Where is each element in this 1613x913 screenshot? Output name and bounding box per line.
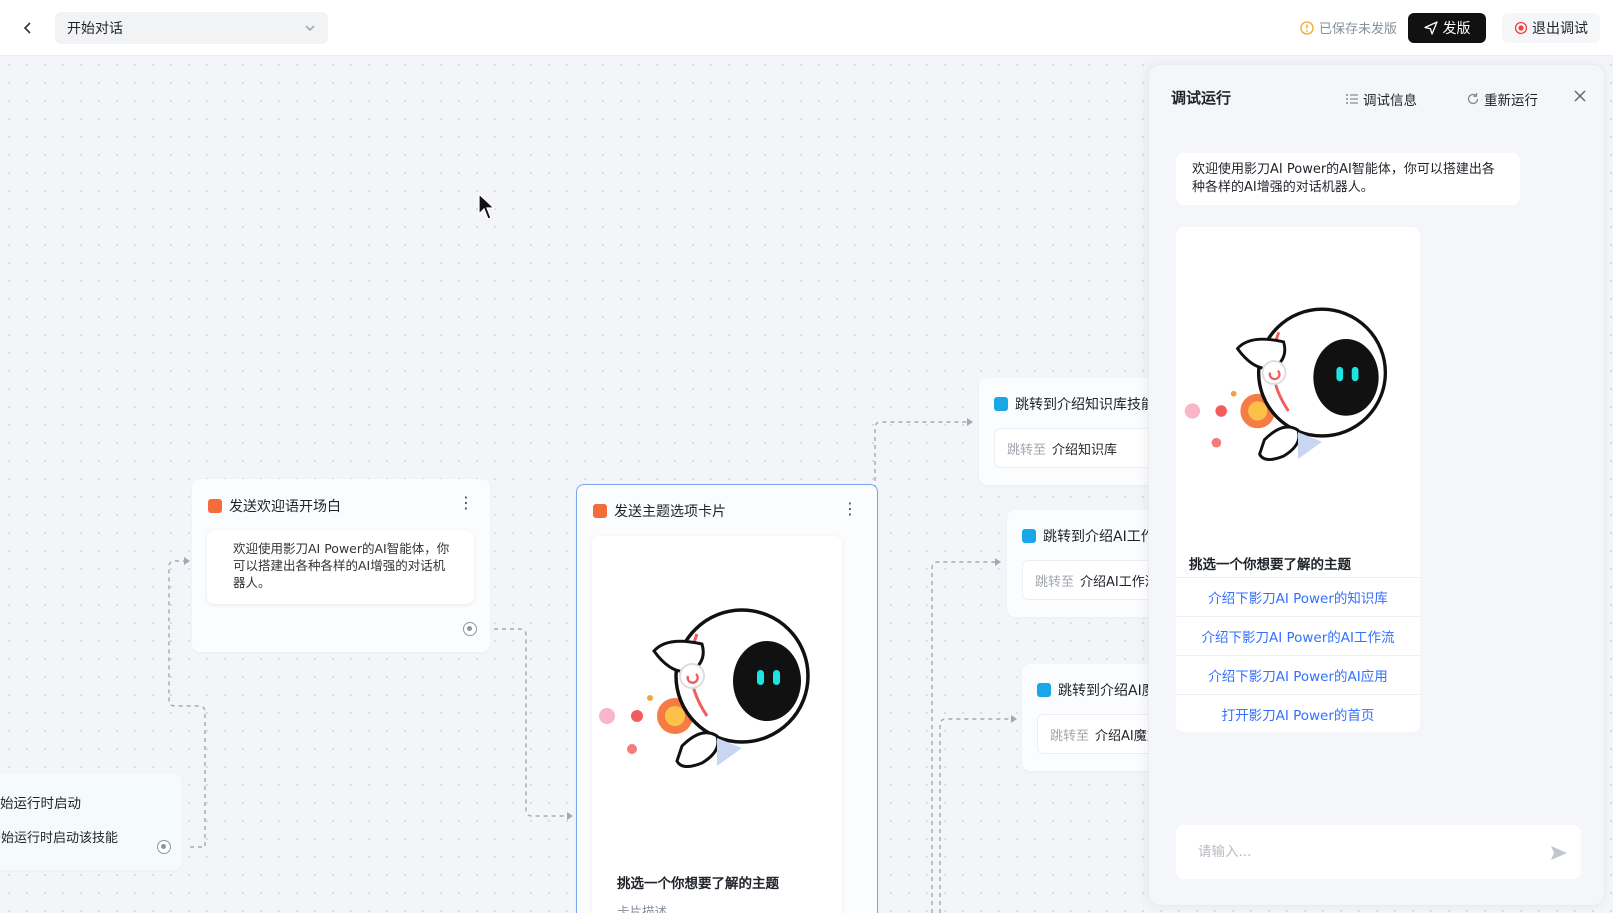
- robot-mascot-icon: [1184, 307, 1388, 461]
- card-node-title: 发送主题选项卡片: [614, 504, 726, 520]
- card-icon: [593, 504, 607, 518]
- bot-welcome-message: 欢迎使用影刀AI Power的AI智能体，你可以搭建出各种各样的AI增强的对话机…: [1176, 153, 1520, 205]
- card-node-card-title: 挑选一个你想要了解的主题: [617, 876, 779, 892]
- welcome-node-message: 欢迎使用影刀AI Power的AI智能体，你可以搭建出各种各样的AI增强的对话机…: [207, 530, 474, 604]
- jump-target: 介绍知识库: [1052, 442, 1118, 458]
- refresh-icon: [1467, 93, 1479, 105]
- welcome-node-output-port[interactable]: [463, 622, 477, 636]
- topic-option-homepage[interactable]: 打开影刀AI Power的首页: [1176, 694, 1420, 732]
- topic-option-knowledge[interactable]: 介绍下影刀AI Power的知识库: [1176, 577, 1420, 616]
- publish-button[interactable]: 发版: [1408, 13, 1486, 43]
- exit-debug-button[interactable]: 退出调试: [1502, 13, 1600, 43]
- start-node-title: 始运行时启动: [0, 796, 81, 812]
- save-status: 已保存未发版: [1300, 18, 1397, 37]
- exit-debug-label: 退出调试: [1532, 21, 1588, 37]
- debug-info-button[interactable]: 调试信息: [1345, 89, 1417, 109]
- card-node-preview: 挑选一个你想要了解的主题 卡片描述: [592, 536, 842, 913]
- start-node-desc: 开始运行时启动该技能: [0, 831, 119, 846]
- jump-target: 介绍AI工作流: [1080, 574, 1158, 590]
- welcome-node[interactable]: 发送欢迎语开场白 ⋮ 欢迎使用影刀AI Power的AI智能体，你可以搭建出各种…: [192, 479, 490, 652]
- start-node-output-port[interactable]: [157, 840, 171, 854]
- debug-panel-title: 调试运行: [1171, 89, 1232, 107]
- record-icon: [1514, 21, 1528, 35]
- chevron-left-icon: [23, 22, 31, 34]
- list-icon: [1346, 94, 1358, 104]
- message-icon: [208, 499, 222, 513]
- card-node[interactable]: 发送主题选项卡片 ⋮ 挑选一个你想要了解的主题 卡片描述: [576, 484, 878, 913]
- topic-option-workflow[interactable]: 介绍下影刀AI Power的AI工作流: [1176, 616, 1420, 655]
- welcome-node-title: 发送欢迎语开场白: [229, 499, 341, 515]
- rerun-button[interactable]: 重新运行: [1466, 89, 1538, 109]
- publish-label: 发版: [1442, 21, 1471, 37]
- jump-target-row: 跳转至 介绍知识库: [994, 428, 1174, 468]
- skill-select[interactable]: 开始对话: [55, 12, 328, 44]
- card-node-card-desc: 卡片描述: [617, 904, 668, 913]
- topic-option-app[interactable]: 介绍下影刀AI Power的AI应用: [1176, 655, 1420, 694]
- close-icon[interactable]: [1573, 87, 1587, 108]
- mouse-cursor-icon: [478, 193, 496, 220]
- debug-panel: 调试运行 调试信息 重新运行 欢迎使用影刀AI Power的AI智能体，你可以搭…: [1148, 64, 1605, 906]
- chevron-down-icon: [305, 25, 315, 31]
- jump-node-title: 跳转到介绍知识库技能: [1015, 397, 1155, 413]
- send-icon[interactable]: [1549, 843, 1569, 863]
- send-icon: [1423, 21, 1438, 35]
- top-bar: 开始对话 已保存未发版 发版 退出调试: [0, 0, 1613, 56]
- save-status-text: 已保存未发版: [1319, 22, 1398, 37]
- start-node[interactable]: 始运行时启动 开始运行时启动该技能: [0, 774, 182, 870]
- debug-info-label: 调试信息: [1363, 93, 1417, 109]
- welcome-node-more-icon[interactable]: ⋮: [458, 493, 474, 512]
- jump-icon: [1022, 529, 1036, 543]
- robot-mascot-icon: [599, 608, 810, 768]
- skill-select-value: 开始对话: [67, 21, 123, 37]
- chat-input[interactable]: [1176, 825, 1581, 879]
- jump-icon: [1037, 683, 1051, 697]
- bot-topic-card: 挑选一个你想要了解的主题 介绍下影刀AI Power的知识库 介绍下影刀AI P…: [1176, 227, 1420, 732]
- jump-icon: [994, 397, 1008, 411]
- card-node-more-icon[interactable]: ⋮: [842, 499, 858, 518]
- rerun-label: 重新运行: [1484, 93, 1538, 109]
- jump-label: 跳转至: [1007, 442, 1047, 458]
- bot-card-title: 挑选一个你想要了解的主题: [1189, 557, 1351, 573]
- jump-label: 跳转至: [1050, 728, 1090, 744]
- warning-icon: [1300, 20, 1314, 35]
- jump-node-knowledge[interactable]: 跳转到介绍知识库技能 跳转至 介绍知识库: [979, 378, 1174, 485]
- back-button[interactable]: [16, 16, 40, 40]
- jump-label: 跳转至: [1035, 574, 1075, 590]
